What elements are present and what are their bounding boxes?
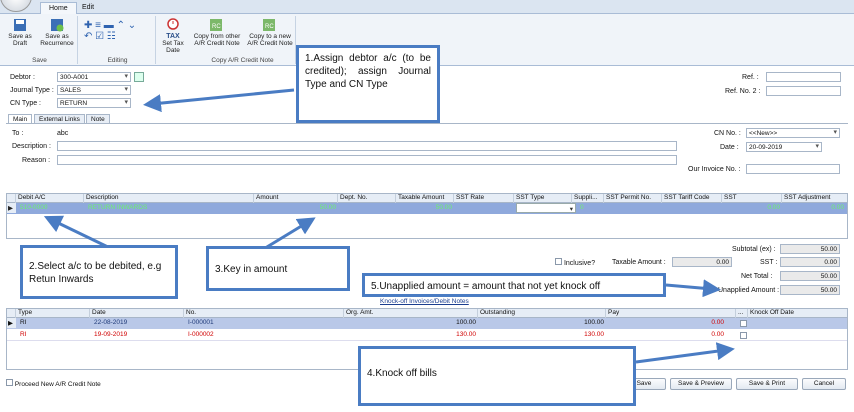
arrow-1 — [143, 88, 295, 113]
arrow-2 — [43, 215, 111, 250]
callout-4: 4.Knock off bills — [358, 346, 636, 406]
callout-3-text: 3.Key in amount — [215, 264, 288, 275]
callout-5: 5.Unapplied amount = amount that not yet… — [362, 273, 666, 297]
callout-5-text: 5.Unapplied amount = amount that not yet… — [371, 281, 601, 292]
callout-2: 2.Select a/c to be debited, e.g Retun In… — [20, 245, 178, 299]
arrow-4 — [635, 342, 735, 364]
arrow-5 — [665, 279, 721, 298]
callout-2-text: 2.Select a/c to be debited, e.g Retun In… — [29, 261, 162, 285]
callout-3: 3.Key in amount — [206, 246, 350, 291]
callout-4-text: 4.Knock off bills — [367, 368, 437, 379]
callout-1-text: 1.Assign debtor a/c (to be credited); as… — [305, 53, 431, 90]
callout-1: 1.Assign debtor a/c (to be credited); as… — [296, 45, 440, 123]
